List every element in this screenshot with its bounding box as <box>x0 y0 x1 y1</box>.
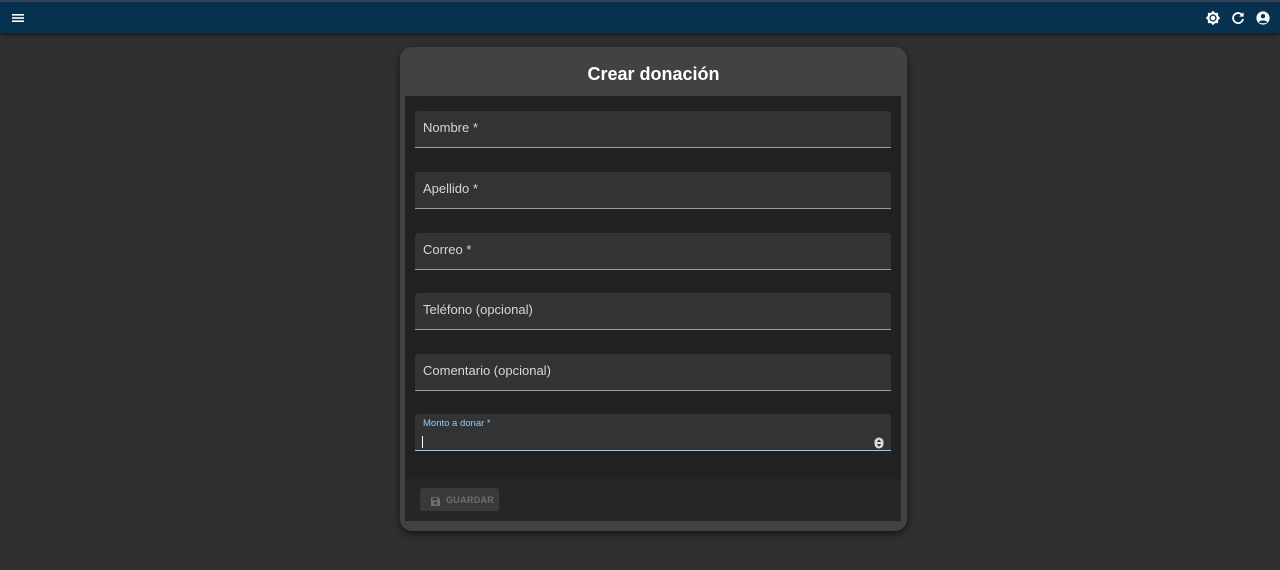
menu-icon[interactable] <box>10 10 26 26</box>
comment-field[interactable]: Comentario (opcional) <box>415 354 891 391</box>
brightness-icon[interactable] <box>1205 10 1221 26</box>
donation-form: Nombre * Apellido * Correo * Teléfono (o… <box>405 96 901 479</box>
save-button[interactable]: GUARDAR <box>420 488 499 511</box>
save-button-label: GUARDAR <box>446 494 495 505</box>
save-icon <box>430 494 441 506</box>
account-circle-icon[interactable] <box>1255 10 1271 26</box>
last-name-field[interactable]: Apellido * <box>415 172 891 209</box>
first-name-label: Nombre * <box>423 120 478 135</box>
phone-field[interactable]: Teléfono (opcional) <box>415 293 891 330</box>
app-bar <box>0 0 1280 33</box>
dialog-title: Crear donación <box>587 64 720 84</box>
first-name-field[interactable]: Nombre * <box>415 111 891 148</box>
email-field[interactable]: Correo * <box>415 233 891 270</box>
comment-label: Comentario (opcional) <box>423 363 551 378</box>
email-label: Correo * <box>423 242 472 257</box>
phone-label: Teléfono (opcional) <box>423 302 533 317</box>
refresh-icon[interactable] <box>1230 10 1246 26</box>
amount-label: Monto a donar * <box>423 418 491 429</box>
create-donation-card: Crear donación Nombre * Apellido * Corre… <box>400 47 907 531</box>
dialog-actions: GUARDAR <box>405 479 901 521</box>
number-spinner-icon[interactable] <box>874 436 884 449</box>
amount-field[interactable]: Monto a donar * <box>415 414 891 451</box>
last-name-label: Apellido * <box>423 181 478 196</box>
text-cursor <box>422 436 423 448</box>
